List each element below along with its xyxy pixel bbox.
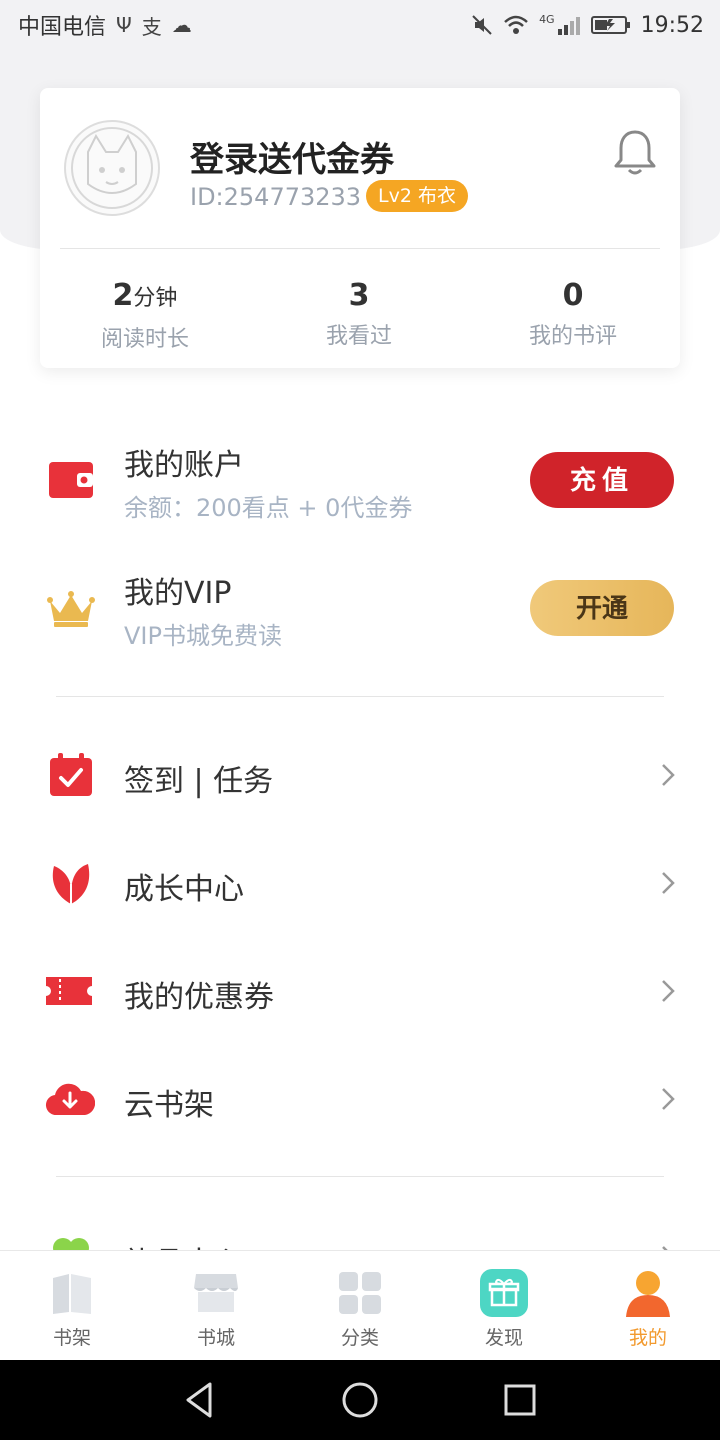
menu-label: 成长中心 (124, 872, 244, 907)
ticket-icon (44, 966, 94, 1016)
vip-subtitle: VIP书城免费读 (124, 622, 282, 650)
menu-label: 签到 | 任务 (124, 764, 274, 799)
weather-icon: ☁ (171, 13, 192, 37)
stat-reviews[interactable]: 0 我的书评 (483, 278, 663, 350)
bottom-nav: 书架 书城 分类 发现 我的 (0, 1250, 720, 1360)
menu-label: 我的优惠券 (124, 980, 274, 1015)
chevron-right-icon (662, 1088, 675, 1110)
tab-label: 书架 (52, 1327, 91, 1349)
signal-icon (557, 17, 580, 35)
network-type: 4G (539, 12, 555, 26)
account-title[interactable]: 我的账户 (124, 440, 244, 484)
menu-item-cloud-shelf[interactable]: 云书架 (0, 1054, 720, 1144)
card-divider (60, 248, 660, 249)
tab-category[interactable]: 分类 (288, 1251, 432, 1360)
crown-icon (46, 584, 96, 634)
recharge-button[interactable]: 充值 (530, 452, 674, 508)
stat-viewed[interactable]: 3 我看过 (269, 278, 449, 350)
stat-value: 0 (562, 278, 584, 313)
level-badge[interactable]: Lv2 布衣 (366, 180, 468, 212)
stat-value: 3 (348, 278, 370, 313)
gift-icon (480, 1269, 528, 1317)
stat-reading-time[interactable]: 2分钟 阅读时长 (55, 278, 235, 353)
mute-icon (472, 15, 492, 35)
tab-mine[interactable]: 我的 (576, 1251, 720, 1360)
tab-label: 我的 (628, 1327, 667, 1349)
stat-label: 阅读时长 (100, 327, 189, 352)
chevron-right-icon (662, 764, 675, 786)
calendar-check-icon (46, 750, 96, 800)
usb-icon: Ψ (116, 13, 132, 37)
profile-card: 登录送代金券 ID:254773233 Lv2 布衣 2分钟 阅读时长 3 我看… (40, 88, 680, 368)
grid-icon (336, 1269, 384, 1317)
open-vip-button[interactable]: 开通 (530, 580, 674, 636)
book-icon (48, 1269, 96, 1317)
battery-icon (590, 16, 630, 34)
tab-label: 发现 (484, 1327, 523, 1349)
recents-icon[interactable] (500, 1380, 540, 1420)
menu-item-growth[interactable]: 成长中心 (0, 838, 720, 928)
tab-label: 分类 (340, 1327, 379, 1349)
wifi-icon (504, 15, 528, 34)
bell-icon[interactable] (612, 128, 658, 178)
avatar[interactable] (64, 120, 160, 216)
vip-title[interactable]: 我的VIP (124, 568, 231, 612)
store-icon (192, 1269, 240, 1317)
alipay-icon: 支 (141, 14, 162, 39)
wallet-icon (46, 455, 96, 505)
section-divider (56, 1176, 664, 1177)
tab-bookshelf[interactable]: 书架 (0, 1251, 144, 1360)
tab-discover[interactable]: 发现 (432, 1251, 576, 1360)
back-icon[interactable] (180, 1380, 220, 1420)
menu-label: 云书架 (124, 1088, 214, 1123)
person-icon (624, 1269, 672, 1317)
menu-item-coupons[interactable]: 我的优惠券 (0, 946, 720, 1036)
tab-bookstore[interactable]: 书城 (144, 1251, 288, 1360)
menu-item-checkin[interactable]: 签到 | 任务 (0, 730, 720, 820)
section-divider (56, 696, 664, 697)
chevron-right-icon (662, 980, 675, 1002)
status-left: 中国电信 Ψ 支 ☁ (18, 9, 192, 41)
chevron-right-icon (662, 872, 675, 894)
login-prompt[interactable]: 登录送代金券 (190, 132, 394, 181)
tab-label: 书城 (196, 1327, 235, 1349)
home-icon[interactable] (340, 1380, 380, 1420)
stat-unit: 分钟 (133, 286, 178, 311)
stat-value: 2分钟 (112, 278, 178, 313)
account-balance: 余额：200看点 + 0代金券 (124, 494, 413, 522)
clock: 19:52 (640, 12, 704, 38)
default-avatar-icon (71, 127, 153, 209)
stat-label: 我的书评 (528, 324, 617, 349)
status-bar: 中国电信 Ψ 支 ☁ 4G 19:52 (0, 0, 720, 50)
user-id: ID:254773233 (190, 183, 362, 211)
carrier-name: 中国电信 (18, 15, 107, 40)
stat-label: 我看过 (325, 324, 392, 349)
system-nav-bar (0, 1360, 720, 1440)
status-right: 4G 19:52 (471, 13, 704, 38)
leaf-icon (46, 858, 96, 908)
cloud-download-icon (45, 1074, 95, 1124)
